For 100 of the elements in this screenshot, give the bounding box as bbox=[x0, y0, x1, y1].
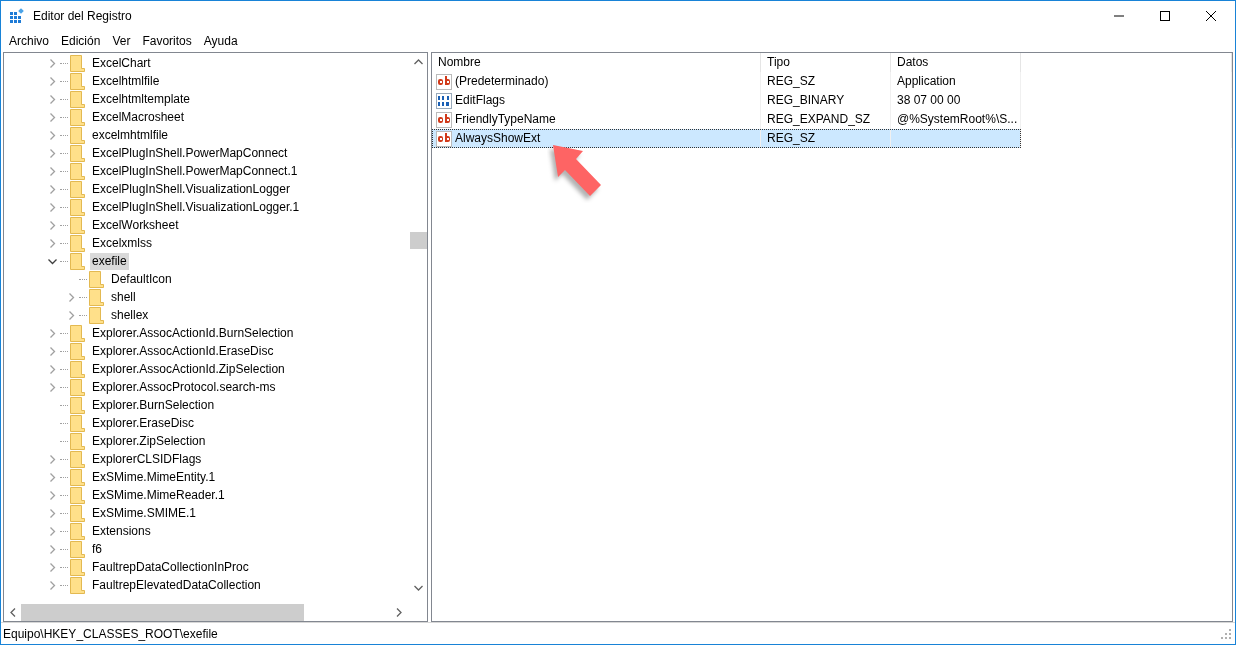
expand-chevron-icon[interactable] bbox=[47, 580, 57, 590]
value-name[interactable]: EditFlags bbox=[455, 91, 506, 110]
menu-item[interactable]: Ver bbox=[106, 32, 137, 50]
folder-icon bbox=[70, 162, 85, 180]
resize-grip-icon[interactable] bbox=[1220, 627, 1232, 640]
tree-item[interactable]: Explorer.AssocActionId.ZipSelection bbox=[90, 360, 287, 378]
expand-chevron-icon[interactable] bbox=[47, 94, 57, 104]
tree-item[interactable]: FaultrepDataCollectionInProc bbox=[90, 558, 251, 576]
expand-chevron-icon[interactable] bbox=[47, 346, 57, 356]
string-value-icon bbox=[436, 111, 452, 128]
folder-icon bbox=[70, 576, 85, 594]
folder-icon bbox=[70, 180, 85, 198]
folder-icon bbox=[89, 270, 104, 288]
expand-chevron-icon[interactable] bbox=[47, 238, 57, 248]
scrollbar-thumb[interactable] bbox=[410, 232, 427, 249]
tree-item[interactable]: Explorer.AssocProtocol.search-ms bbox=[90, 378, 278, 396]
folder-icon bbox=[70, 414, 85, 432]
tree-item[interactable]: shell bbox=[109, 288, 138, 306]
collapse-chevron-icon[interactable] bbox=[47, 256, 57, 266]
expand-chevron-icon[interactable] bbox=[47, 562, 57, 572]
tree-item[interactable]: ExcelMacrosheet bbox=[90, 108, 187, 126]
tree-item[interactable]: exefile bbox=[90, 252, 129, 270]
menu-item[interactable]: Ayuda bbox=[197, 32, 244, 50]
value-type: REG_BINARY bbox=[767, 92, 845, 109]
expand-chevron-icon[interactable] bbox=[47, 508, 57, 518]
menu-item[interactable]: Edición bbox=[55, 32, 107, 50]
close-icon bbox=[1206, 11, 1216, 21]
tree-item[interactable]: ExplorerCLSIDFlags bbox=[90, 450, 204, 468]
tree-item[interactable]: Explorer.AssocActionId.EraseDisc bbox=[90, 342, 276, 360]
folder-icon bbox=[70, 126, 85, 144]
tree-item[interactable]: Excelxmlss bbox=[90, 234, 154, 252]
tree-item[interactable]: f6 bbox=[90, 540, 104, 558]
folder-icon bbox=[70, 468, 85, 486]
value-data: Application bbox=[897, 73, 956, 90]
expand-chevron-icon[interactable] bbox=[47, 472, 57, 482]
tree-item[interactable]: Excelhtmltemplate bbox=[90, 90, 193, 108]
tree-item[interactable]: Excelhtmlfile bbox=[90, 72, 162, 90]
folder-icon bbox=[89, 306, 104, 324]
menu-item[interactable]: Archivo bbox=[3, 32, 55, 50]
tree-item[interactable]: Explorer.EraseDisc bbox=[90, 414, 197, 432]
tree-item[interactable]: Explorer.BurnSelection bbox=[90, 396, 217, 414]
folder-icon bbox=[70, 540, 85, 558]
scroll-right-icon[interactable] bbox=[396, 608, 402, 617]
tree-item[interactable]: DefaultIcon bbox=[109, 270, 174, 288]
expand-chevron-icon[interactable] bbox=[47, 58, 57, 68]
tree-item[interactable]: ExcelPlugInShell.PowerMapConnect.1 bbox=[90, 162, 300, 180]
value-name[interactable]: (Predeterminado) bbox=[455, 72, 549, 91]
expand-chevron-icon[interactable] bbox=[47, 328, 57, 338]
expand-chevron-icon[interactable] bbox=[47, 490, 57, 500]
expand-chevron-icon[interactable] bbox=[66, 310, 76, 320]
folder-icon bbox=[70, 360, 85, 378]
folder-icon bbox=[70, 324, 85, 342]
menu-item[interactable]: Favoritos bbox=[136, 32, 198, 50]
tree-item[interactable]: Explorer.ZipSelection bbox=[90, 432, 208, 450]
expand-chevron-icon[interactable] bbox=[47, 382, 57, 392]
scroll-down-icon[interactable] bbox=[414, 585, 423, 591]
tree-item[interactable]: ExcelWorksheet bbox=[90, 216, 181, 234]
tree-item[interactable]: ExcelPlugInShell.PowerMapConnect bbox=[90, 144, 290, 162]
tree-item[interactable]: ExcelPlugInShell.VisualizationLogger.1 bbox=[90, 198, 302, 216]
value-name[interactable]: AlwaysShowExt bbox=[455, 129, 541, 148]
expand-chevron-icon[interactable] bbox=[47, 112, 57, 122]
tree-item[interactable]: ExSMime.MimeEntity.1 bbox=[90, 468, 218, 486]
expand-chevron-icon[interactable] bbox=[47, 76, 57, 86]
expand-chevron-icon[interactable] bbox=[47, 544, 57, 554]
expand-chevron-icon[interactable] bbox=[66, 292, 76, 302]
expand-chevron-icon[interactable] bbox=[47, 454, 57, 464]
tree-item[interactable]: ExcelPlugInShell.VisualizationLogger bbox=[90, 180, 292, 198]
scroll-up-icon[interactable] bbox=[414, 59, 423, 65]
tree-item[interactable]: Extensions bbox=[90, 522, 153, 540]
expand-chevron-icon[interactable] bbox=[47, 526, 57, 536]
folder-icon bbox=[70, 378, 85, 396]
folder-icon bbox=[70, 108, 85, 126]
status-path: Equipo\HKEY_CLASSES_ROOT\exefile bbox=[3, 625, 218, 643]
scrollbar-thumb[interactable] bbox=[21, 604, 304, 621]
expand-chevron-icon[interactable] bbox=[47, 130, 57, 140]
column-header[interactable]: Tipo bbox=[761, 53, 891, 72]
expand-chevron-icon[interactable] bbox=[47, 364, 57, 374]
folder-icon bbox=[70, 432, 85, 450]
value-data: 38 07 00 00 bbox=[897, 92, 961, 109]
expand-chevron-icon[interactable] bbox=[47, 202, 57, 212]
column-header[interactable]: Nombre bbox=[432, 53, 761, 72]
tree-item[interactable]: shellex bbox=[109, 306, 151, 324]
folder-icon bbox=[70, 144, 85, 162]
scroll-left-icon[interactable] bbox=[10, 608, 16, 617]
tree-item[interactable]: ExSMime.SMIME.1 bbox=[90, 504, 198, 522]
string-value-icon bbox=[436, 130, 452, 147]
expand-chevron-icon[interactable] bbox=[47, 166, 57, 176]
tree-item[interactable]: excelmhtmlfile bbox=[90, 126, 171, 144]
folder-icon bbox=[70, 396, 85, 414]
folder-icon bbox=[70, 342, 85, 360]
expand-chevron-icon[interactable] bbox=[47, 220, 57, 230]
expand-chevron-icon[interactable] bbox=[47, 148, 57, 158]
tree-item[interactable]: FaultrepElevatedDataCollection bbox=[90, 576, 263, 594]
tree-item[interactable]: ExcelChart bbox=[90, 54, 153, 72]
tree-item[interactable]: ExSMime.MimeReader.1 bbox=[90, 486, 227, 504]
tree-item[interactable]: Explorer.AssocActionId.BurnSelection bbox=[90, 324, 296, 342]
column-header[interactable]: Datos bbox=[891, 53, 1021, 72]
value-name[interactable]: FriendlyTypeName bbox=[455, 110, 556, 129]
folder-icon bbox=[70, 504, 85, 522]
expand-chevron-icon[interactable] bbox=[47, 184, 57, 194]
